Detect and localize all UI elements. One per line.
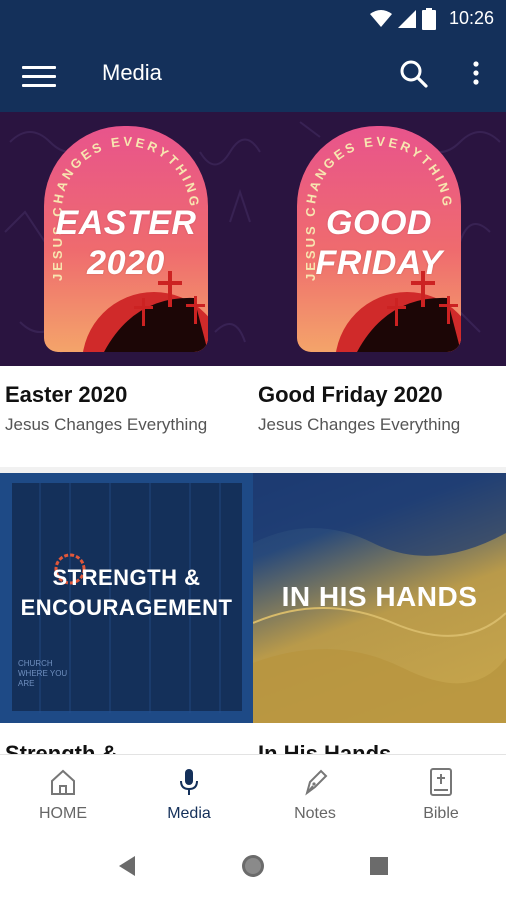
nav-item-bible[interactable]: Bible [378, 755, 504, 837]
status-icons [370, 7, 436, 31]
nav-item-home[interactable]: HOME [0, 755, 126, 837]
nav-label: Notes [294, 805, 336, 822]
media-card-strength-encouragement[interactable]: STRENGTH & ENCOURAGEMENT CHURCH WHERE YO… [0, 473, 253, 754]
good-friday-art-line1: GOOD [326, 204, 432, 242]
easter-artwork: JESUS CHANGES EVERYTHING EASTER 2020 [44, 126, 208, 352]
back-icon[interactable] [117, 855, 137, 877]
recents-icon[interactable] [370, 857, 388, 875]
media-card-easter-2020[interactable]: JESUS CHANGES EVERYTHING EASTER 2020 Eas… [0, 112, 253, 467]
status-time: 10:26 [448, 8, 494, 28]
menu-button[interactable] [22, 60, 56, 90]
nav-label: HOME [39, 805, 87, 822]
strength-art-line1: STRENGTH & [52, 565, 201, 590]
nav-label: Bible [423, 805, 459, 822]
good-friday-art-line2: FRIDAY [315, 244, 443, 282]
home-circle-icon[interactable] [240, 853, 266, 879]
microphone-icon [180, 769, 198, 795]
strength-artwork: STRENGTH & ENCOURAGEMENT CHURCH WHERE YO… [0, 473, 253, 723]
media-card-subtitle: Jesus Changes Everything [258, 415, 461, 434]
media-card-in-his-hands[interactable]: IN HIS HANDS In His Hands [253, 473, 506, 754]
home-icon [51, 769, 75, 795]
media-card-good-friday-2020[interactable]: JESUS CHANGES EVERYTHING GOOD FRIDAY Goo… [253, 112, 506, 467]
easter-art-line1: EASTER [55, 204, 197, 242]
easter-art-line2: 2020 [87, 244, 165, 282]
app-bar: Media [0, 38, 506, 112]
pen-icon [305, 769, 328, 796]
media-card-title: In His Hands [258, 741, 392, 754]
system-navigation-bar [0, 836, 506, 900]
bottom-navigation: HOME Media Notes Bible [0, 754, 506, 837]
battery-icon [422, 8, 436, 30]
in-his-hands-artwork: IN HIS HANDS [253, 473, 506, 723]
search-button[interactable] [398, 58, 430, 90]
nav-label: Media [167, 805, 211, 822]
good-friday-artwork: JESUS CHANGES EVERYTHING GOOD FRIDAY [297, 126, 461, 352]
more-options-button[interactable] [464, 58, 488, 90]
media-card-title: Easter 2020 [5, 382, 128, 407]
hamburger-menu-icon [22, 60, 56, 87]
status-bar: 10:26 [0, 0, 506, 38]
page-title: Media [102, 60, 162, 85]
media-grid: JESUS CHANGES EVERYTHING EASTER 2020 Eas… [0, 112, 506, 754]
media-card-subtitle: Jesus Changes Everything [5, 415, 208, 434]
bible-icon [430, 768, 452, 796]
in-his-hands-art-text: IN HIS HANDS [281, 581, 478, 612]
search-icon [400, 60, 428, 88]
signal-icon [398, 10, 416, 28]
nav-item-media[interactable]: Media [126, 755, 252, 837]
more-vert-icon [473, 61, 479, 85]
media-card-title: Good Friday 2020 [258, 382, 443, 407]
strength-art-small: CHURCH WHERE YOU ARE [18, 659, 68, 688]
nav-item-notes[interactable]: Notes [252, 755, 378, 837]
strength-art-line2: ENCOURAGEMENT [20, 595, 233, 620]
wifi-icon [370, 10, 392, 27]
media-card-title: Strength & [5, 741, 118, 754]
